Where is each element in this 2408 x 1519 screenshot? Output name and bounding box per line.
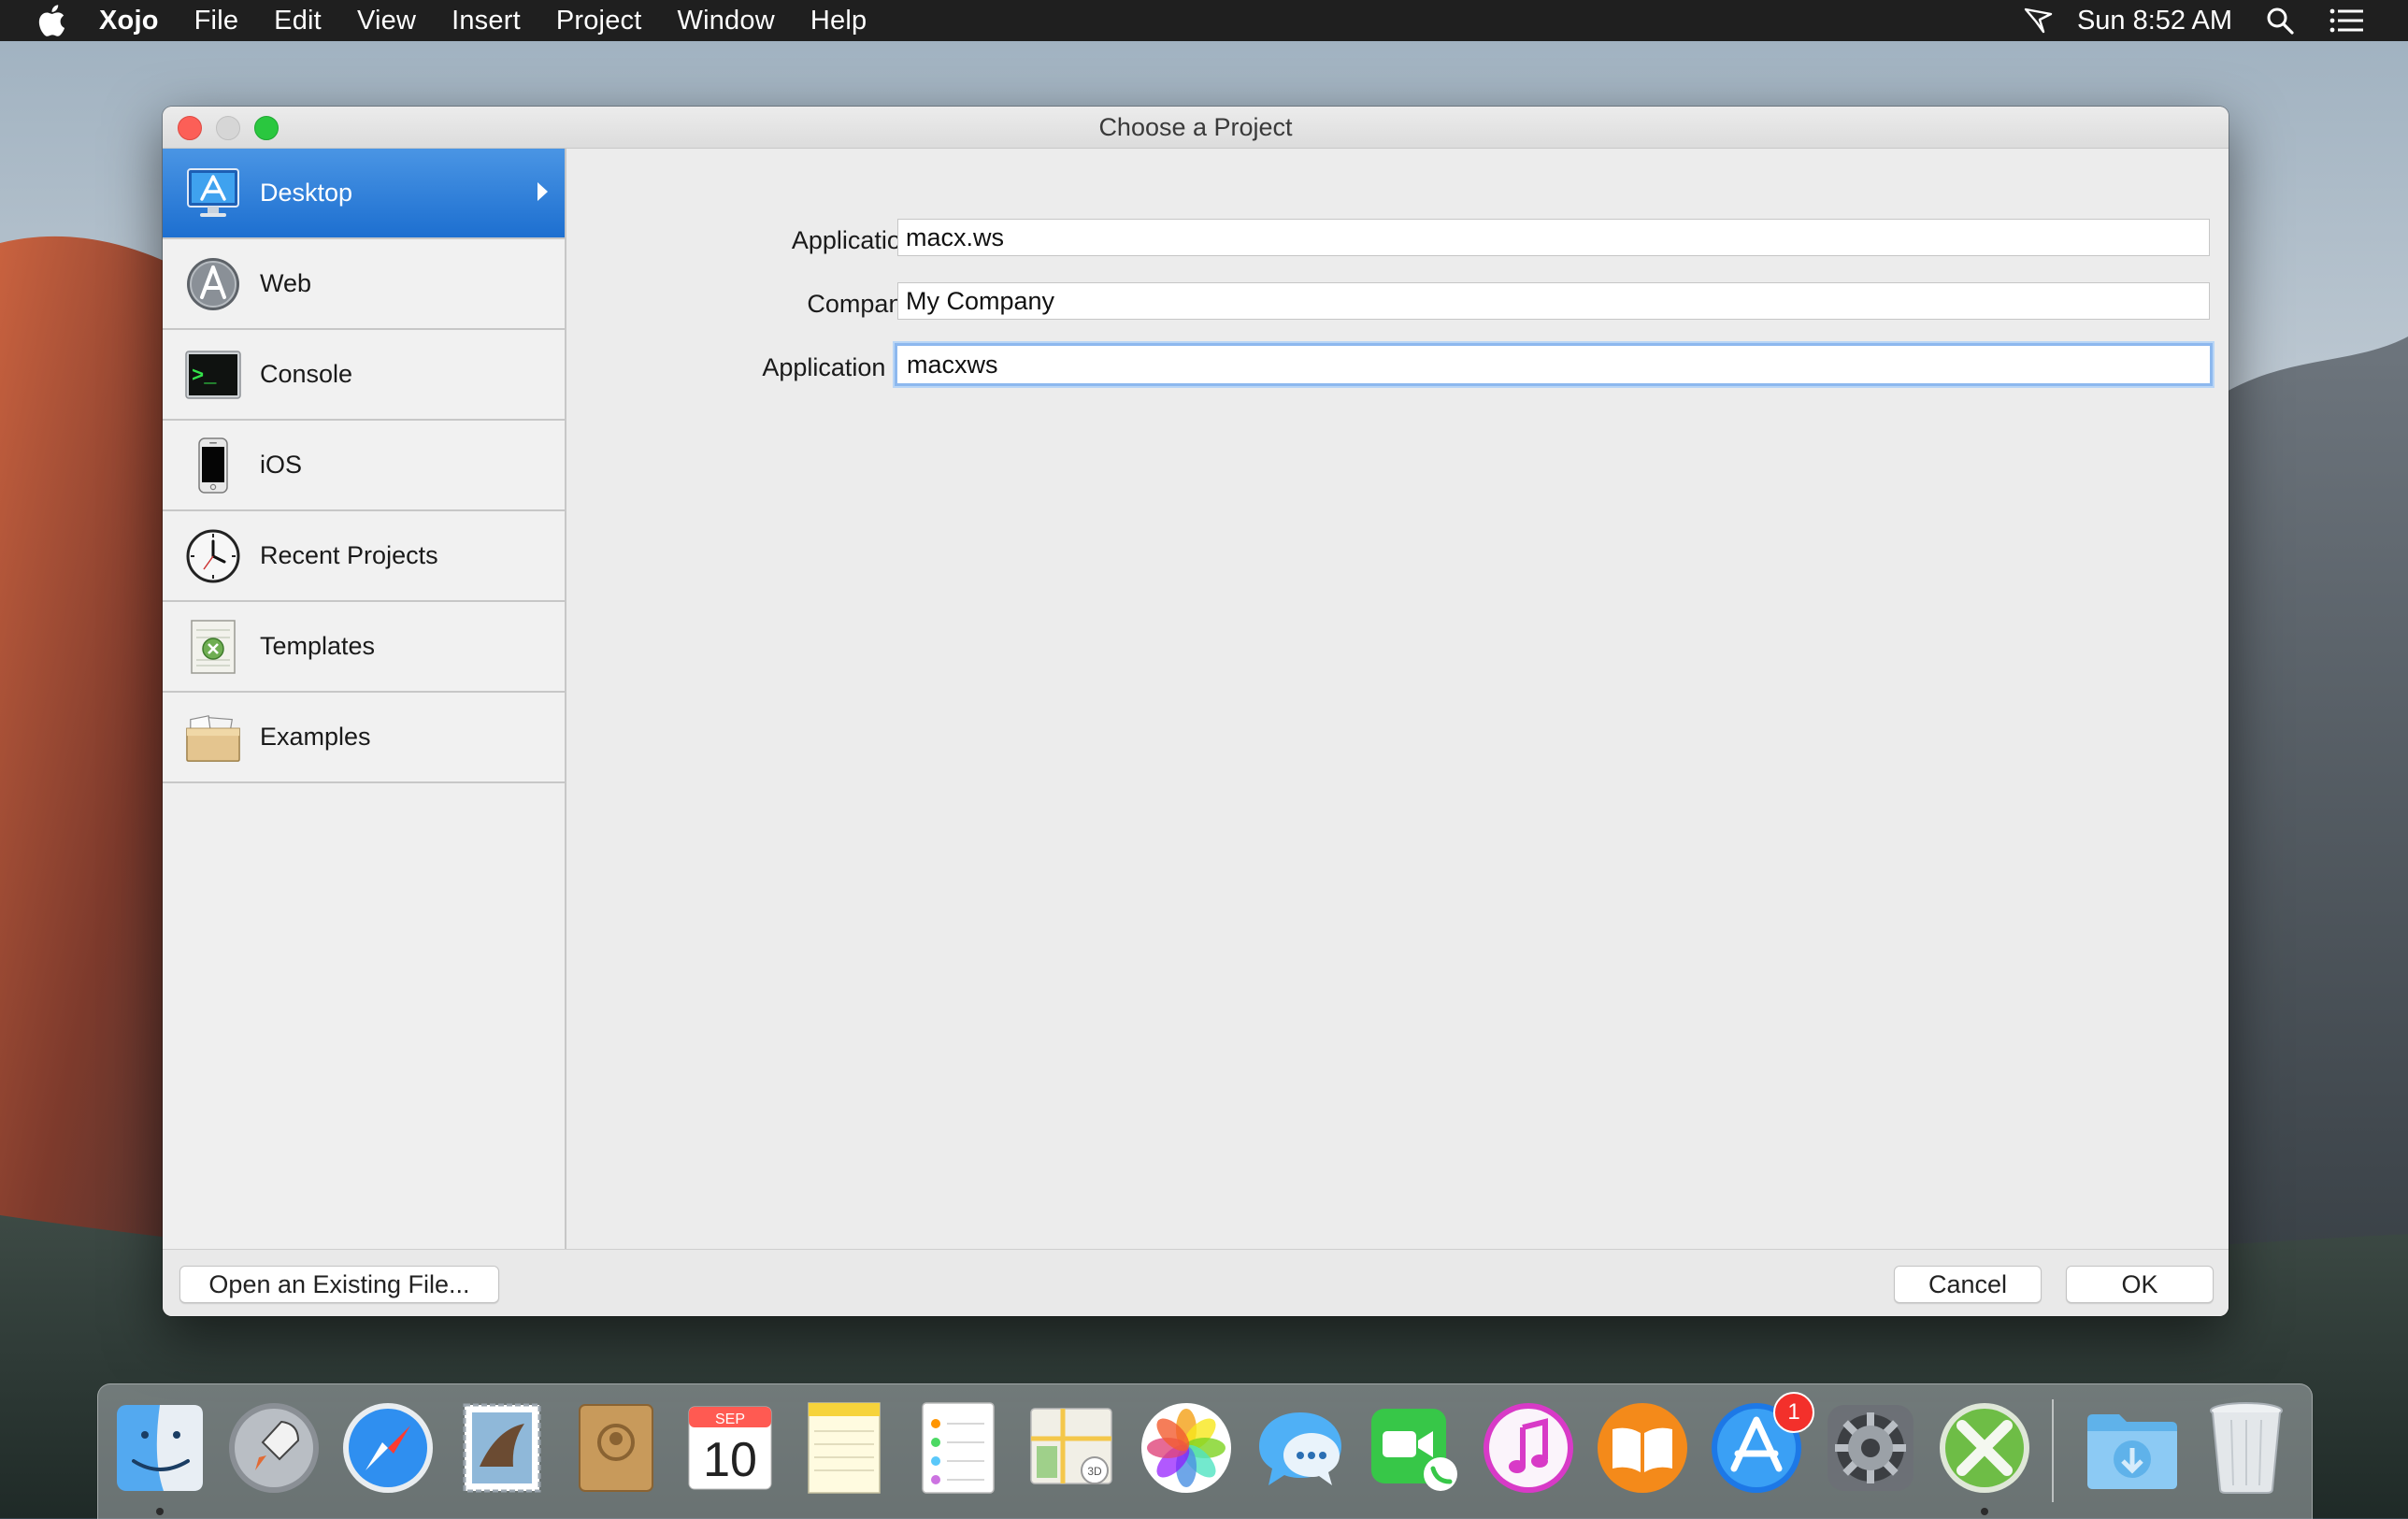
iphone-icon: [185, 437, 241, 494]
window-title: Choose a Project: [1098, 112, 1293, 141]
ok-button[interactable]: OK: [2066, 1266, 2214, 1303]
menu-window[interactable]: Window: [678, 6, 775, 36]
console-terminal-icon: >_: [185, 347, 241, 403]
photos-icon[interactable]: [1138, 1399, 1235, 1497]
notes-icon[interactable]: [796, 1399, 893, 1497]
template-document-icon: [185, 619, 241, 675]
menu-edit[interactable]: Edit: [274, 6, 322, 36]
sidebar-item-label: Recent Projects: [260, 541, 438, 569]
running-indicator: [1981, 1508, 1988, 1515]
window-titlebar[interactable]: Choose a Project: [163, 107, 2229, 149]
close-window-button[interactable]: [178, 116, 202, 140]
sidebar-item-recent-projects[interactable]: Recent Projects: [163, 511, 565, 602]
app-store-update-badge: 1: [1773, 1392, 1814, 1433]
calendar-day-text: 10: [703, 1433, 757, 1487]
maps-icon[interactable]: 3D: [1024, 1399, 1121, 1497]
desktop-app-icon: [185, 165, 241, 222]
project-type-sidebar: Desktop Web >_ Console iOS Recent Projec…: [163, 149, 566, 1249]
spotlight-search-icon[interactable]: [2266, 7, 2294, 35]
messages-icon[interactable]: [1252, 1399, 1349, 1497]
safari-icon[interactable]: [339, 1399, 437, 1497]
sidebar-item-ios[interactable]: iOS: [163, 421, 565, 511]
sidebar-item-console[interactable]: >_ Console: [163, 330, 565, 421]
menu-bar: Xojo File Edit View Insert Project Windo…: [0, 0, 2408, 41]
launchpad-icon[interactable]: [225, 1399, 322, 1497]
chevron-right-icon: [538, 182, 548, 201]
ibooks-icon[interactable]: [1594, 1399, 1691, 1497]
web-app-icon: [185, 256, 241, 312]
reminders-icon[interactable]: [910, 1399, 1007, 1497]
open-existing-file-button[interactable]: Open an Existing File...: [179, 1266, 499, 1303]
company-name-row: Company Name:: [566, 282, 2229, 327]
application-name-field[interactable]: [897, 219, 2210, 256]
menubar-clock[interactable]: Sun 8:52 AM: [2077, 6, 2232, 36]
calendar-icon[interactable]: SEP 10: [681, 1399, 779, 1497]
menu-file[interactable]: File: [194, 6, 239, 36]
running-indicator: [156, 1508, 164, 1515]
minimize-window-button[interactable]: [216, 116, 240, 140]
project-settings-form: Application Name: Company Name: Applicat…: [566, 149, 2229, 1249]
menu-app-name[interactable]: Xojo: [99, 6, 159, 36]
xojo-icon[interactable]: [1936, 1399, 2033, 1497]
sidebar-item-label: Desktop: [260, 179, 353, 207]
application-identifier-row: Application Identifier:: [566, 343, 2229, 391]
sidebar-item-web[interactable]: Web: [163, 239, 565, 330]
folder-box-icon: [185, 709, 241, 766]
svg-text:>_: >_: [192, 365, 217, 388]
choose-project-dialog: Choose a Project Desktop Web >_ Console …: [163, 107, 2229, 1316]
sidebar-item-label: iOS: [260, 451, 303, 479]
application-name-row: Application Name:: [566, 219, 2229, 264]
cancel-button[interactable]: Cancel: [1894, 1266, 2042, 1303]
trash-icon[interactable]: [2198, 1399, 2295, 1497]
downloads-folder-icon[interactable]: [2084, 1399, 2181, 1497]
itunes-icon[interactable]: [1480, 1399, 1577, 1497]
menu-help[interactable]: Help: [810, 6, 867, 36]
menu-project[interactable]: Project: [556, 6, 642, 36]
dock-separator: [2052, 1399, 2054, 1502]
sidebar-item-label: Templates: [260, 632, 376, 660]
zoom-window-button[interactable]: [254, 116, 279, 140]
facetime-icon[interactable]: [1366, 1399, 1463, 1497]
sidebar-item-label: Web: [260, 269, 312, 297]
finder-icon[interactable]: [111, 1399, 208, 1497]
apple-logo-icon[interactable]: [37, 5, 65, 36]
sidebar-item-desktop[interactable]: Desktop: [163, 149, 565, 239]
contacts-icon[interactable]: [567, 1399, 665, 1497]
notification-center-icon[interactable]: [2329, 8, 2363, 33]
mail-icon[interactable]: [453, 1399, 551, 1497]
dialog-button-bar: Open an Existing File... Cancel OK: [163, 1249, 2229, 1316]
app-store-icon[interactable]: 1: [1708, 1392, 1814, 1497]
airplay-flag-icon[interactable]: [2023, 7, 2055, 35]
sidebar-item-examples[interactable]: Examples: [163, 693, 565, 783]
menu-insert[interactable]: Insert: [452, 6, 521, 36]
application-identifier-field[interactable]: [895, 343, 2213, 386]
calendar-month-text: SEP: [715, 1412, 745, 1427]
system-preferences-icon[interactable]: [1822, 1399, 1919, 1497]
dock: SEP 10 3D 1: [97, 1383, 2313, 1519]
company-name-field[interactable]: [897, 282, 2210, 320]
svg-text:3D: 3D: [1087, 1465, 1102, 1478]
sidebar-item-templates[interactable]: Templates: [163, 602, 565, 693]
sidebar-item-label: Examples: [260, 723, 371, 751]
sidebar-item-label: Console: [260, 360, 353, 388]
menu-view[interactable]: View: [357, 6, 416, 36]
clock-icon: [185, 528, 241, 584]
